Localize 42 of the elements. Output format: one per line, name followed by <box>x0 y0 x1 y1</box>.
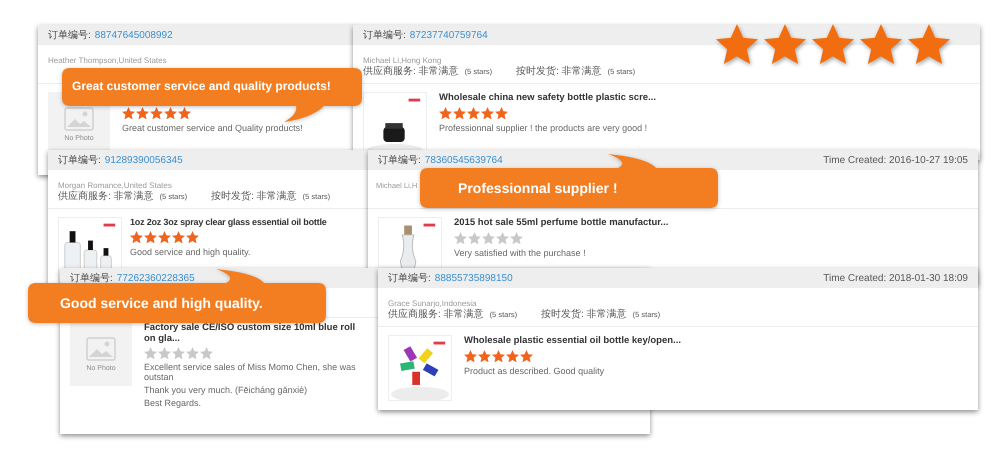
product-title: 2015 hot sale 55ml perfume bottle manufactur... <box>454 217 668 228</box>
bubble-text: Great customer service and quality products! <box>72 79 331 93</box>
image-placeholder-icon <box>86 336 116 360</box>
order-number-link[interactable]: 78360545639764 <box>424 155 503 166</box>
time-created: Time Created: 2018-01-30 18:09 <box>823 272 968 284</box>
bubble-text: Good service and high quality. <box>60 295 263 311</box>
buyer-name: Heather Thompson,United States <box>48 56 167 65</box>
product-title: Wholesale china new safety bottle plastic scre... <box>439 92 656 103</box>
order-label: 订单编号: <box>48 30 91 41</box>
buyer-name: Michael Li,Hong Kong <box>363 56 442 65</box>
order-number-link[interactable]: 88855735898150 <box>434 273 513 284</box>
review-text: Excellent service sales of Miss Momo Chen, she was outstan <box>144 362 357 382</box>
review-text: Good service and high quality. <box>130 247 250 258</box>
product-title: Factory sale CE/ISO custom size 10ml blue roll on gla... <box>144 322 356 344</box>
order-label: 订单编号: <box>363 30 406 41</box>
order-number-link[interactable]: 91289390056345 <box>104 155 183 166</box>
review-text: Great customer service and Quality products! <box>122 123 303 134</box>
order-number-link[interactable]: 77262360228365 <box>116 273 195 284</box>
order-number-link[interactable]: 88747645008992 <box>94 30 173 41</box>
review-text: Thank you very much. (Fēicháng gǎnxiè) <box>144 385 308 396</box>
order-label: 订单编号: <box>58 155 101 166</box>
buyer-name: Morgan Romance,United States <box>58 181 172 190</box>
product-title: Wholesale plastic essential oil bottle key/open... <box>464 335 681 346</box>
order-label: 订单编号: <box>70 273 113 284</box>
rating-label: 按时发货: 非常满意 <box>211 190 297 203</box>
rating-label: 供应商服务: 非常满意 <box>388 308 484 321</box>
order-label: 订单编号: <box>388 273 431 284</box>
rating-label: 按时发货: 非常满意 <box>516 64 602 78</box>
review-text: Professionnal supplier ! the products are very good ! <box>439 123 648 134</box>
review-text: Product as described. Good quality <box>464 366 604 376</box>
bubble-text: Professionnal supplier ! <box>458 180 618 196</box>
buyer-name: Grace Sunarjo,Indonesia <box>388 299 476 308</box>
image-placeholder-icon <box>64 106 94 130</box>
time-created: Time Created: 2016-10-27 19:05 <box>823 154 968 166</box>
order-label: 订单编号: <box>378 155 421 166</box>
rating-label: 按时发货: 非常满意 <box>541 308 627 321</box>
review-text: Very satisfied with the purchase ! <box>454 248 586 258</box>
product-title: 1oz 2oz 3oz spray clear glass essential oil bottle <box>130 217 327 227</box>
order-number-link[interactable]: 87237740759764 <box>410 30 488 41</box>
rating-label: 供应商服务: 非常满意 <box>58 190 154 203</box>
rating-label: 供应商服务: 非常满意 <box>363 65 459 78</box>
review-text: Best Regards. <box>144 398 202 408</box>
